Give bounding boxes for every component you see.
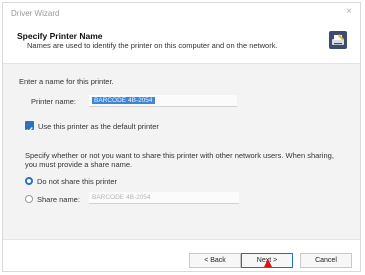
default-printer-label: Use this printer as the default printer [38, 122, 159, 131]
no-share-label: Do not share this printer [37, 177, 118, 186]
checkmark-icon [26, 127, 33, 133]
printer-name-label: Printer name: [31, 97, 77, 106]
cancel-button[interactable]: Cancel [300, 253, 352, 268]
page-subtitle: Names are used to identify the printer o… [27, 41, 278, 50]
share-name-label: Share name: [37, 195, 80, 204]
button-bar: < Back Next > Cancel [3, 239, 360, 271]
page-title: Specify Printer Name [17, 31, 103, 41]
printer-name-input[interactable]: BARCODE 4B-2054 [89, 95, 237, 107]
printer-name-value: BARCODE 4B-2054 [92, 97, 155, 104]
back-button[interactable]: < Back [189, 253, 241, 268]
wizard-header: Specify Printer Name Names are used to i… [3, 25, 360, 61]
share-radio[interactable] [25, 195, 33, 203]
pointer-cursor-icon [264, 259, 272, 267]
share-intro-line2: you must provide a share name. [25, 160, 133, 169]
no-share-radio[interactable] [25, 177, 33, 185]
default-printer-checkbox[interactable] [25, 121, 34, 133]
share-name-input[interactable]: BARCODE 4B-2054 [89, 192, 239, 204]
printer-wizard-icon [329, 31, 347, 49]
title-bar: Driver Wizard × [3, 3, 360, 23]
driver-wizard-window: Driver Wizard × Specify Printer Name Nam… [2, 2, 361, 272]
window-title: Driver Wizard [11, 9, 60, 18]
share-intro-line1: Specify whether or not you want to share… [25, 151, 334, 160]
close-icon[interactable]: × [346, 7, 352, 17]
wizard-content: Enter a name for this printer. Printer n… [3, 63, 360, 240]
intro-text: Enter a name for this printer. [19, 77, 114, 86]
